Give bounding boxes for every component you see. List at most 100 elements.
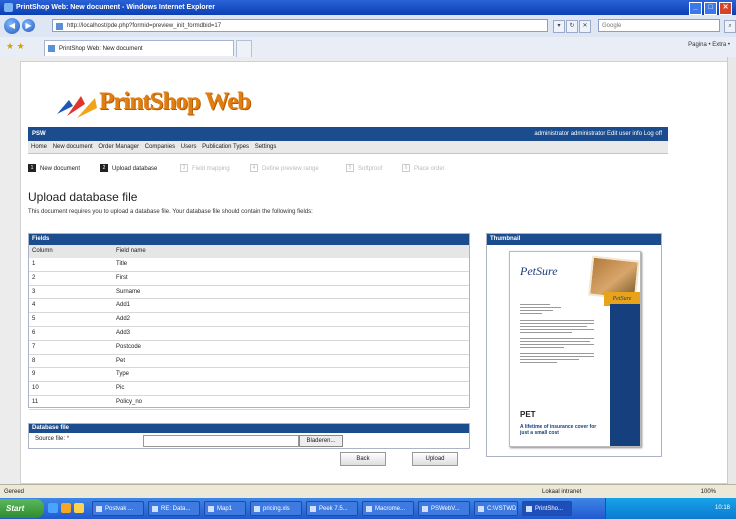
printshop-logo: PrintShop Web xyxy=(55,88,255,122)
task-map1[interactable]: Map1 xyxy=(204,501,246,516)
tab-label: PrintShop Web: New document xyxy=(59,46,143,52)
step-1: 1 New document xyxy=(28,163,80,175)
step-4: 4 Define preview range xyxy=(250,163,319,175)
dropdown-arrow-icon[interactable]: ▾ xyxy=(553,20,565,33)
preview-sidebar xyxy=(610,304,640,446)
menu-new-document[interactable]: New document xyxy=(53,144,93,150)
preview-brand: PetSure xyxy=(520,264,558,278)
forward-arrow-icon[interactable]: ▶ xyxy=(22,19,35,32)
quick-launch xyxy=(48,503,84,513)
preview-tagline: A lifetime of insurance cover for just a… xyxy=(520,424,597,436)
close-button[interactable]: ✕ xyxy=(719,2,732,15)
command-bar[interactable]: Pagina • Extra • xyxy=(688,42,730,48)
back-arrow-icon[interactable]: ◀ xyxy=(4,18,20,34)
logo-arrows-icon xyxy=(57,96,97,118)
table-row: 5 Add2 xyxy=(29,313,469,327)
column-header: Column xyxy=(32,248,53,254)
log-off-link[interactable]: Log off xyxy=(644,131,662,137)
menu-home[interactable]: Home xyxy=(31,144,47,150)
search-icon[interactable]: ⌕ xyxy=(724,20,736,33)
pet-logo: PET xyxy=(520,410,536,419)
folder-icon[interactable] xyxy=(74,503,84,513)
main-menu: Home New document Order Manager Companie… xyxy=(28,141,668,154)
document-preview: PetSure PetSure PET A lifetime of insura… xyxy=(509,251,641,447)
step-5: 5 Softproof xyxy=(346,163,382,175)
header-title: PSW xyxy=(32,131,46,137)
table-row: 7 Postcode xyxy=(29,341,469,355)
task-pricing[interactable]: pricing.xls xyxy=(250,501,302,516)
table-row: 2 First xyxy=(29,272,469,286)
thumbnail-header: Thumbnail xyxy=(487,234,661,245)
fields-columns: Column Field name xyxy=(29,245,469,258)
maximize-button[interactable]: □ xyxy=(704,2,717,15)
window-controls: _ □ ✕ xyxy=(689,2,732,15)
table-row: 4 Add1 xyxy=(29,299,469,314)
zoom-level[interactable]: 100% xyxy=(701,485,716,499)
table-row: 10 Pic xyxy=(29,382,469,396)
step-2: 2 Upload database xyxy=(100,163,157,175)
taskbar: Start Postvak ... RE: Data... Map1 prici… xyxy=(0,498,736,519)
task-printshop[interactable]: PrintSho... xyxy=(522,501,572,516)
fields-table: Fields Column Field name 1 Title 2 First 3… xyxy=(28,233,470,410)
task-explorer[interactable]: C:\VSTWD... xyxy=(474,501,518,516)
ie-icon xyxy=(4,3,13,12)
upload-button[interactable]: Upload xyxy=(412,452,458,466)
menu-companies[interactable]: Companies xyxy=(145,144,175,150)
page-icon xyxy=(48,45,55,52)
search-input[interactable]: Google xyxy=(598,19,720,32)
database-file-panel: Database file Source file: * Bladeren... xyxy=(28,423,470,449)
browser-viewport: PrintShop Web PSW administrator administ… xyxy=(0,57,736,484)
table-row: 3 Surname xyxy=(29,286,469,300)
user-name: administrator administrator xyxy=(534,131,606,137)
user-links: administrator administrator Edit user in… xyxy=(534,127,662,141)
window-titlebar: PrintShop Web: New document - Windows In… xyxy=(0,0,736,15)
menu-order-manager[interactable]: Order Manager xyxy=(98,144,139,150)
url-text: http://localhost/pde.php?formid=preview_… xyxy=(67,23,222,29)
system-tray: 10:18 xyxy=(605,498,736,519)
step-3: 3 Field mapping xyxy=(180,163,230,175)
page-icon xyxy=(56,23,63,30)
vertical-scrollbar[interactable] xyxy=(727,57,736,484)
task-peek[interactable]: Peek 7.5... xyxy=(306,501,358,516)
database-header: Database file xyxy=(29,424,469,433)
ie-icon[interactable] xyxy=(48,503,58,513)
clock: 10:18 xyxy=(714,505,730,511)
task-macromedia[interactable]: Macrome... xyxy=(362,501,414,516)
back-button[interactable]: Back xyxy=(340,452,386,466)
fields-header: Fields xyxy=(29,234,469,245)
tab-bar: ★ ★ PrintShop Web: New document Pagina •… xyxy=(0,37,736,58)
favorites-star-icon[interactable]: ★ ★ xyxy=(6,41,25,52)
page-title: Upload database file xyxy=(28,190,138,204)
table-row: 1 Title xyxy=(29,258,469,272)
new-tab-button[interactable] xyxy=(236,40,252,57)
start-button[interactable]: Start xyxy=(0,499,44,518)
url-input[interactable]: http://localhost/pde.php?formid=preview_… xyxy=(52,19,548,32)
tab-printshop[interactable]: PrintShop Web: New document xyxy=(44,40,234,56)
status-bar: Gereed Lokaal intranet 100% xyxy=(0,484,736,499)
status-text: Gereed xyxy=(4,489,25,495)
step-6: 6 Place order xyxy=(402,163,445,175)
logo-text: PrintShop Web xyxy=(99,88,251,115)
browse-button[interactable]: Bladeren... xyxy=(299,435,343,447)
task-re-data[interactable]: RE: Data... xyxy=(148,501,200,516)
minimize-button[interactable]: _ xyxy=(689,2,702,15)
page-description: This document requires you to upload a d… xyxy=(28,209,313,215)
stop-icon[interactable]: ✕ xyxy=(579,20,591,33)
menu-publication-types[interactable]: Publication Types xyxy=(202,144,249,150)
address-bar: ◀ ▶ http://localhost/pde.php?formid=prev… xyxy=(0,15,736,38)
task-outlook[interactable]: Postvak ... xyxy=(92,501,144,516)
refresh-icon[interactable]: ↻ xyxy=(566,20,578,33)
menu-settings[interactable]: Settings xyxy=(255,144,277,150)
search-placeholder: Google xyxy=(602,23,622,29)
preview-body-text xyxy=(520,302,594,365)
security-zone: Lokaal intranet xyxy=(542,489,582,495)
firefox-icon[interactable] xyxy=(61,503,71,513)
thumbnail-panel: Thumbnail PetSure PetSure PET A lifetime… xyxy=(486,233,662,457)
table-row: 9 Type xyxy=(29,368,469,383)
source-file-input[interactable] xyxy=(143,435,299,447)
table-row: 11 Policy_no xyxy=(29,396,469,410)
task-pswebv[interactable]: PSWebV... xyxy=(418,501,470,516)
menu-users[interactable]: Users xyxy=(181,144,197,150)
wizard-steps: 1 New document 2 Upload database 3 Field ma… xyxy=(28,163,668,175)
edit-user-link[interactable]: Edit user info xyxy=(607,131,642,137)
